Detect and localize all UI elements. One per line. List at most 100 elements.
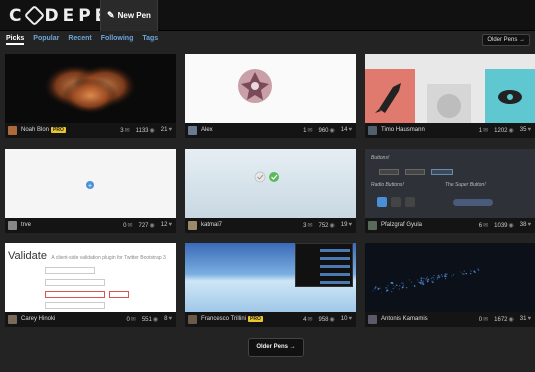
author-name[interactable]: Timo Hausmann [381,127,425,133]
pen-card[interactable]: Timo Hausmann 1✉ 1202◉ 35♥ [365,54,535,138]
glow-shape-icon [43,64,137,114]
center-tile [427,84,471,123]
particle [425,277,427,280]
author-name[interactable]: trve [21,222,31,228]
avatar[interactable] [188,221,197,230]
tab-list: Picks Popular Recent Following Tags [6,35,158,45]
avatar[interactable] [368,221,377,230]
pen-thumbnail[interactable] [185,54,356,123]
comment-count[interactable]: 3✉ [303,222,312,229]
comment-count[interactable]: 3✉ [120,127,129,134]
rocket-icon [375,83,401,113]
view-count: 1133◉ [135,128,155,134]
comment-count[interactable]: 0✉ [123,222,132,229]
author-name[interactable]: Noah Blon PRO [21,127,66,133]
heart-icon: ♥ [527,316,531,322]
particle [445,278,447,280]
slider-1 [320,249,350,252]
comment-count[interactable]: 0✉ [479,316,488,323]
pen-thumbnail[interactable] [365,54,535,123]
particle [473,270,476,273]
heart-count[interactable]: 19♥ [341,222,352,229]
avatar[interactable] [368,315,377,324]
comment-count[interactable]: 1✉ [479,127,488,134]
pro-badge: PRO [248,316,263,322]
particle [433,278,435,280]
particle [398,285,401,287]
particle [423,277,425,279]
demo-button-1 [379,169,399,175]
pen-card[interactable]: + trve 0✉ 727◉ 12♥ [5,149,176,233]
tab-popular[interactable]: Popular [33,35,59,45]
author-name[interactable]: Alex [201,127,213,133]
avatar[interactable] [188,315,197,324]
radio-title: Radio Buttons! [371,182,404,188]
pen-thumbnail[interactable]: Buttons! Radio Buttons! The Super Button… [365,149,535,218]
avatar[interactable] [8,126,17,135]
avatar[interactable] [8,221,17,230]
pen-card[interactable]: katmai7 3✉ 752◉ 19♥ [185,149,356,233]
particle [478,269,480,271]
author-name[interactable]: Francesco Trillini PRO [201,316,263,322]
new-pen-button[interactable]: ✎ New Pen [100,0,158,31]
heart-count[interactable]: 21♥ [161,127,172,134]
avatar[interactable] [188,126,197,135]
particle [420,279,423,282]
comment-count[interactable]: 1✉ [303,127,312,134]
particle [386,289,389,291]
particle [408,279,410,281]
tab-recent[interactable]: Recent [68,35,91,45]
avatar[interactable] [368,126,377,135]
comment-count[interactable]: 4✉ [303,316,312,323]
eye-icon: ◉ [508,223,514,229]
particle [416,279,419,281]
heart-count[interactable]: 38♥ [520,222,531,229]
heart-count[interactable]: 8♥ [164,316,172,323]
tab-tags[interactable]: Tags [142,35,158,45]
pen-thumbnail[interactable]: + [5,149,176,218]
eye-icon: ◉ [329,223,335,229]
form-field-5 [45,302,105,309]
pen-meta: Timo Hausmann 1✉ 1202◉ 35♥ [365,123,535,138]
tab-picks[interactable]: Picks [6,35,25,45]
author-name[interactable]: Antonis Kamamis [381,316,428,322]
pen-card[interactable]: Buttons! Radio Buttons! The Super Button… [365,149,535,233]
particle [431,277,433,279]
comment-count[interactable]: 6✉ [479,222,488,229]
pen-thumbnail[interactable] [185,149,356,218]
pen-card[interactable]: Validate A client-side validation plugin… [5,243,176,327]
heart-count[interactable]: 12♥ [161,222,172,229]
particle [419,281,422,284]
heart-count[interactable]: 10♥ [341,316,352,323]
pen-stats: 0✉ 727◉ 12♥ [123,222,172,229]
older-pens-button-bottom[interactable]: Older Pens → [248,338,304,357]
pen-stats: 3✉ 1133◉ 21♥ [120,127,172,134]
tab-following[interactable]: Following [101,35,134,45]
author-name[interactable]: katmai7 [201,222,222,228]
particle [451,275,453,277]
pen-card[interactable]: Antonis Kamamis 0✉ 1672◉ 31♥ [365,243,535,327]
comment-count[interactable]: 0✉ [126,316,135,323]
pen-card[interactable]: Alex 1✉ 960◉ 14♥ [185,54,356,138]
cube-icon [24,4,46,27]
control-panel [295,243,353,287]
pen-thumbnail[interactable] [365,243,535,312]
pen-card[interactable]: Noah Blon PRO 3✉ 1133◉ 21♥ [5,54,176,138]
author-name[interactable]: Carey Hinoki [21,316,55,322]
pen-thumbnail[interactable] [185,243,356,312]
heart-count[interactable]: 14♥ [341,127,352,134]
pen-thumbnail[interactable] [5,54,176,123]
pen-meta: Antonis Kamamis 0✉ 1672◉ 31♥ [365,312,535,327]
pen-card[interactable]: Francesco Trillini PRO 4✉ 958◉ 10♥ [185,243,356,327]
heart-count[interactable]: 31♥ [520,316,531,323]
avatar[interactable] [8,315,17,324]
particle [444,273,447,276]
particle [439,276,441,278]
author-name[interactable]: Pfalzgraf Gyula [381,222,422,228]
pen-thumbnail[interactable]: Validate A client-side validation plugin… [5,243,176,312]
heart-count[interactable]: 35♥ [520,127,531,134]
nav-bar: Picks Popular Recent Following Tags Olde… [0,31,535,49]
slider-5 [320,281,350,284]
particle [420,277,423,280]
older-pens-button-top[interactable]: Older Pens → [482,34,530,46]
